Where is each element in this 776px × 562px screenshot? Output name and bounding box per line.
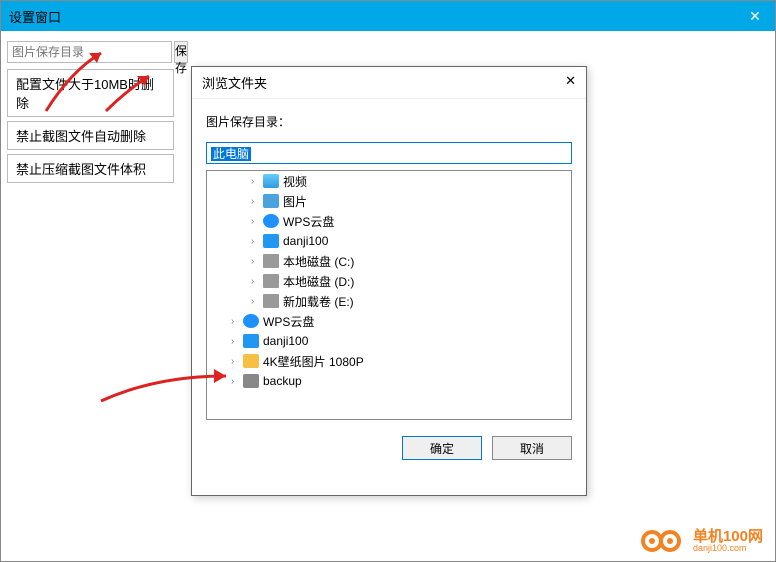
- danji-icon: [243, 334, 259, 348]
- tree-item-label: 图片: [283, 193, 307, 210]
- path-row: 保存: [7, 41, 174, 63]
- pic-icon: [263, 194, 279, 208]
- sidebar-item[interactable]: 禁止压缩截图文件体积: [7, 154, 174, 183]
- tree-item[interactable]: › danji100: [207, 331, 571, 351]
- selected-path-field[interactable]: 此电脑: [206, 142, 572, 164]
- tree-item[interactable]: › 本地磁盘 (D:): [207, 271, 571, 291]
- tree-item[interactable]: › 视频: [207, 171, 571, 191]
- dialog-buttons: 确定 取消: [192, 424, 586, 472]
- sidebar: 保存 配置文件大于10MB时删除 禁止截图文件自动删除 禁止压缩截图文件体积: [1, 31, 180, 187]
- video-icon: [263, 174, 279, 188]
- tree-item[interactable]: › 本地磁盘 (C:): [207, 251, 571, 271]
- tree-item-label: backup: [263, 374, 302, 388]
- drive-icon: [263, 294, 279, 308]
- dialog-label: 图片保存目录：: [192, 99, 586, 136]
- sidebar-item[interactable]: 配置文件大于10MB时删除: [7, 69, 174, 117]
- drive-icon: [263, 254, 279, 268]
- ok-button[interactable]: 确定: [402, 436, 482, 460]
- tree-item-label: 本地磁盘 (C:): [283, 253, 354, 270]
- tree-item-label: danji100: [283, 234, 328, 248]
- cancel-button[interactable]: 取消: [492, 436, 572, 460]
- drive-icon: [263, 274, 279, 288]
- tree-item-label: WPS云盘: [263, 313, 314, 330]
- sidebar-item[interactable]: 禁止截图文件自动删除: [7, 121, 174, 150]
- wps-icon: [243, 314, 259, 328]
- expand-icon[interactable]: ›: [231, 316, 241, 327]
- watermark-logo: 单机100网 danji100.com: [641, 527, 763, 555]
- expand-icon[interactable]: ›: [231, 336, 241, 347]
- wps-icon: [263, 214, 279, 228]
- expand-icon[interactable]: ›: [251, 276, 261, 287]
- expand-icon[interactable]: ›: [251, 176, 261, 187]
- tree-item[interactable]: › 4K壁纸图片 1080P: [207, 351, 571, 371]
- dialog-titlebar: 浏览文件夹 ✕: [192, 67, 586, 99]
- tree-item[interactable]: › WPS云盘: [207, 211, 571, 231]
- expand-icon[interactable]: ›: [251, 216, 261, 227]
- save-button[interactable]: 保存: [174, 41, 188, 63]
- expand-icon[interactable]: ›: [231, 376, 241, 387]
- expand-icon[interactable]: ›: [251, 236, 261, 247]
- tree-item-label: 视频: [283, 173, 307, 190]
- expand-icon[interactable]: ›: [231, 356, 241, 367]
- selected-path-text: 此电脑: [211, 147, 251, 161]
- window-title: 设置窗口: [9, 7, 61, 26]
- tree-item-label: WPS云盘: [283, 213, 334, 230]
- tree-item[interactable]: › 图片: [207, 191, 571, 211]
- close-icon[interactable]: ✕: [735, 1, 775, 31]
- dialog-close-icon[interactable]: ✕: [565, 73, 576, 92]
- backup-icon: [243, 374, 259, 388]
- tree-item-label: 4K壁纸图片 1080P: [263, 353, 364, 370]
- path-input[interactable]: [7, 41, 172, 63]
- tree-item-label: danji100: [263, 334, 308, 348]
- tree-item[interactable]: › WPS云盘: [207, 311, 571, 331]
- dialog-title: 浏览文件夹: [202, 73, 267, 92]
- tree-item-label: 新加载卷 (E:): [283, 293, 354, 310]
- danji-icon: [263, 234, 279, 248]
- titlebar: 设置窗口 ✕: [1, 1, 775, 31]
- tree-item[interactable]: › 新加载卷 (E:): [207, 291, 571, 311]
- expand-icon[interactable]: ›: [251, 296, 261, 307]
- logo-text: 单机100网 danji100.com: [693, 529, 763, 553]
- expand-icon[interactable]: ›: [251, 256, 261, 267]
- tree-item-label: 本地磁盘 (D:): [283, 273, 354, 290]
- folder-tree[interactable]: ›视频›图片›WPS云盘›danji100›本地磁盘 (C:)›本地磁盘 (D:…: [206, 170, 572, 420]
- logo-icon: [641, 527, 687, 555]
- folder-icon: [243, 354, 259, 368]
- browse-folder-dialog: 浏览文件夹 ✕ 图片保存目录： 此电脑 ›视频›图片›WPS云盘›danji10…: [191, 66, 587, 496]
- tree-item[interactable]: › backup: [207, 371, 571, 391]
- tree-item[interactable]: › danji100: [207, 231, 571, 251]
- expand-icon[interactable]: ›: [251, 196, 261, 207]
